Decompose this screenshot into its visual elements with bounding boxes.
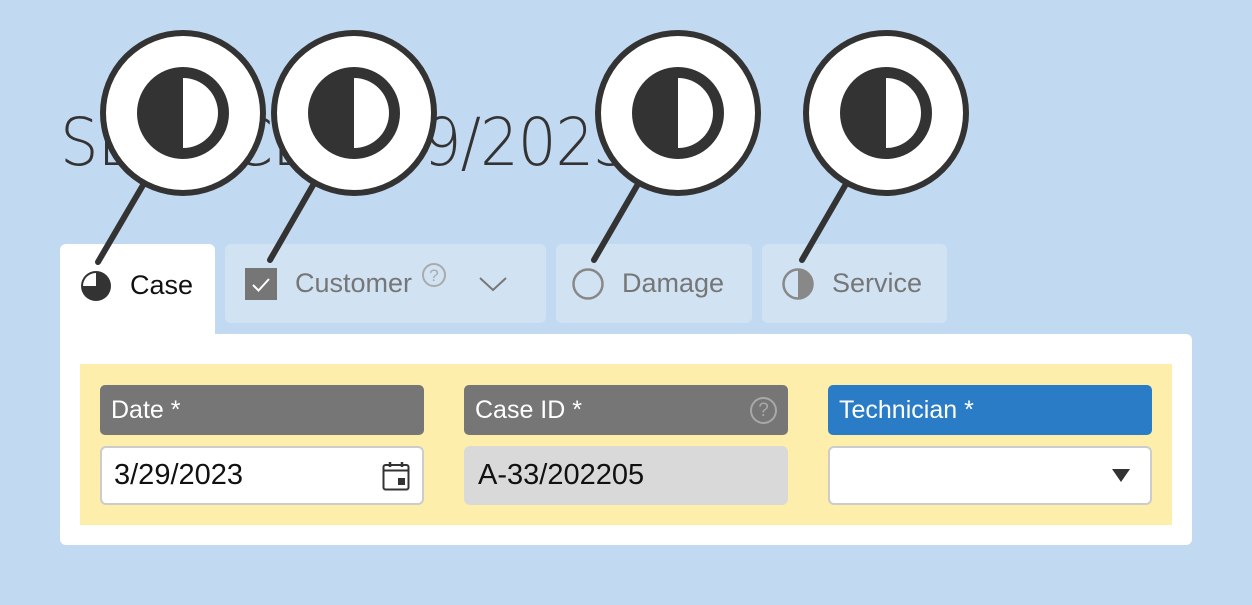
field-label: Date * (100, 385, 424, 435)
case-panel: Date * 3/29/2023 Case ID * ? A-33/202205 (60, 334, 1192, 545)
calendar-icon[interactable] (382, 461, 410, 491)
tab-label: Damage (622, 268, 725, 298)
technician-label: Technician * (839, 395, 974, 424)
callout-service (799, 30, 969, 263)
field-label: Technician * (828, 385, 1152, 435)
tab-customer[interactable]: Customer ? (225, 244, 546, 323)
circle-half-icon (782, 267, 814, 300)
field-label: Case ID * ? (464, 385, 788, 435)
date-input[interactable]: 3/29/2023 (100, 446, 424, 505)
tab-label: Case (130, 270, 194, 300)
case-id-field: Case ID * ? A-33/202205 (464, 385, 788, 505)
case-id-value: A-33/202205 (478, 459, 645, 491)
date-field: Date * 3/29/2023 (100, 385, 424, 505)
chevron-down-icon[interactable] (478, 275, 508, 293)
dropdown-triangle-icon[interactable] (1112, 468, 1130, 483)
tab-damage[interactable]: Damage (556, 244, 752, 323)
checkbox-checked-icon (245, 267, 277, 300)
help-circle-icon[interactable]: ? (422, 262, 447, 287)
technician-field: Technician * (828, 385, 1152, 505)
case-id-input: A-33/202205 (464, 446, 788, 505)
circle-half-icon (632, 67, 724, 159)
date-label: Date * (111, 395, 181, 424)
case-id-label: Case ID * (475, 395, 582, 424)
tab-case[interactable]: Case (60, 244, 215, 336)
circle-empty-icon (572, 267, 604, 300)
help-circle-icon[interactable]: ? (750, 396, 777, 424)
tab-label: Customer (295, 268, 413, 298)
page-title: SERVICE 3/29/2023 (60, 104, 632, 181)
date-value: 3/29/2023 (114, 459, 244, 491)
tab-label: Service (832, 268, 923, 298)
technician-select[interactable] (828, 446, 1152, 505)
circle-half-icon (840, 67, 932, 159)
tab-service[interactable]: Service (762, 244, 947, 323)
progress-three-quarter-icon (81, 271, 111, 301)
field-group: Date * 3/29/2023 Case ID * ? A-33/202205 (80, 364, 1172, 525)
